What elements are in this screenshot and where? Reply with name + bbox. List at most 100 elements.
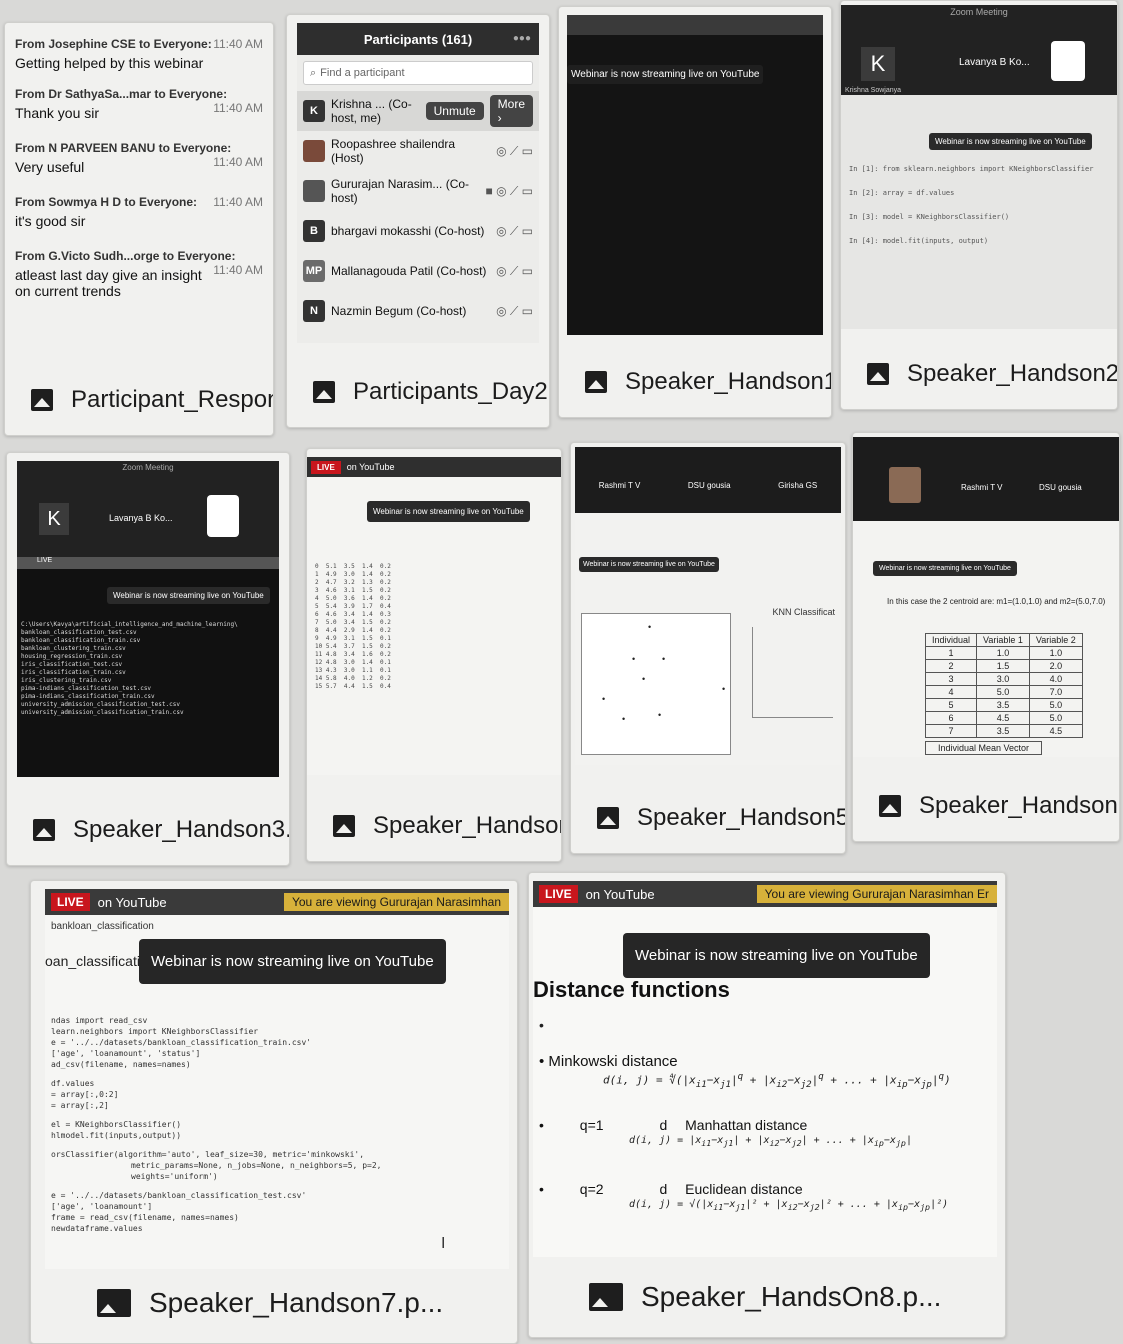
- speaker-name: Rashmi T V: [598, 481, 641, 490]
- table-cell: 3.5: [976, 698, 1030, 712]
- code-block: ndas import read_csv learn.neighbors impo…: [51, 1015, 381, 1234]
- streaming-banner: Webinar is now streaming live on YouTube: [139, 939, 446, 984]
- on-youtube-label: on YouTube: [97, 894, 167, 910]
- logo-icon: [1051, 41, 1085, 81]
- code-lines: In [1]: from sklearn.neighbors import KN…: [849, 165, 1094, 245]
- thumbnail-card-handson4[interactable]: LIVE on YouTube Webinar is now streaming…: [306, 448, 562, 862]
- file-name: Participant_Response...: [71, 386, 273, 413]
- youtube-bar: LIVE on YouTube: [307, 457, 561, 477]
- avatar: K: [39, 503, 69, 535]
- chat-time: 11:40 AM: [213, 263, 263, 277]
- window-controls-icon: ●●●: [512, 33, 531, 44]
- video-strip: Rashmi T V DSU gousia Girisha GS: [575, 447, 841, 513]
- table-cell: 5.0: [976, 685, 1030, 699]
- code-line: frame = read_csv(filename, names=names): [51, 1213, 239, 1222]
- manhattan-row: • q=1 d Manhattan distance: [539, 1117, 959, 1133]
- youtube-bar: LIVE on YouTube You are viewing Gururaja…: [45, 889, 509, 915]
- file-name: Speaker_Handson5.p...: [637, 804, 845, 831]
- thumbnail-card-handson6[interactable]: Rashmi T V DSU gousia Webinar is now str…: [852, 432, 1120, 842]
- line-plot: [752, 627, 833, 718]
- thumbnail-card-handson3[interactable]: Zoom Meeting K Lavanya B Ko... LIVE Webi…: [6, 452, 290, 866]
- manhattan-label: Manhattan distance: [685, 1117, 808, 1133]
- image-file-icon: [333, 815, 355, 837]
- code-line: e = '../../datasets/bankloan_classificat…: [51, 1038, 312, 1047]
- chat-time: 11:40 AM: [213, 101, 263, 115]
- table-header-cell: Variable 2: [1028, 633, 1083, 647]
- q-label: q=2: [579, 1181, 604, 1197]
- thumbnail-caption[interactable]: Speaker_HandsOn8.p...: [529, 1257, 1005, 1337]
- avatar: N: [303, 300, 325, 322]
- code-line: metric_params=None, n_jobs=None, n_neigh…: [131, 1161, 382, 1170]
- handson5-thumbnail: Rashmi T V DSU gousia Girisha GS Webinar…: [575, 447, 841, 765]
- speaker-name: Girisha GS: [778, 481, 818, 490]
- table-cell: 7.0: [1028, 685, 1083, 699]
- more-button[interactable]: More ›: [489, 95, 533, 127]
- chat-message: From N PARVEEN BANU to Everyone: 11:40 AM…: [15, 141, 263, 175]
- table-cell: 1.0: [1028, 646, 1083, 660]
- participant-row[interactable]: N Nazmin Begum (Co-host) ◎ ⟋ ▭: [297, 291, 539, 331]
- table-cell: 2: [924, 659, 978, 673]
- mic-video-icons: ◎ ⟋ ▭: [496, 263, 533, 278]
- viewing-banner: You are viewing Gururajan Narasimhan Er: [756, 885, 997, 903]
- unmute-button[interactable]: Unmute: [425, 102, 484, 120]
- zoom-meeting-title: Zoom Meeting: [950, 7, 1008, 17]
- speaker-name: DSU gousia: [1039, 483, 1082, 492]
- table-row: 6 4.5 5.0: [924, 711, 1083, 725]
- participant-row[interactable]: Gururajan Narasim... (Co-host) ■ ◎ ⟋ ▭: [297, 171, 539, 211]
- table-cell: 1.0: [976, 646, 1030, 660]
- thumbnail-caption[interactable]: Participant_Response...: [5, 365, 273, 435]
- file-name: Speaker_HandsOn8.p...: [641, 1281, 942, 1312]
- participant-row[interactable]: B bhargavi mokasshi (Co-host) ◎ ⟋ ▭: [297, 211, 539, 251]
- table-row: 7 3.5 4.5: [924, 724, 1083, 738]
- thumbnail-caption[interactable]: Speaker_Handson7.p...: [31, 1263, 517, 1343]
- participant-row[interactable]: K Krishna ... (Co-host, me) Unmute More …: [297, 91, 539, 131]
- participant-row[interactable]: MP Mallanagouda Patil (Co-host) ◎ ⟋ ▭: [297, 251, 539, 291]
- streaming-banner: Webinar is now streaming live on YouTube: [579, 557, 719, 572]
- table-cell: 3.0: [976, 672, 1030, 686]
- youtube-bar: LIVE on YouTube You are viewing Gururaja…: [533, 881, 997, 907]
- handson7-thumbnail: LIVE on YouTube You are viewing Gururaja…: [45, 889, 509, 1269]
- participant-search[interactable]: ⌕ Find a participant: [303, 61, 533, 85]
- avatar: [303, 140, 325, 162]
- thumbnail-card-handson1[interactable]: Webinar is now streaming live on YouTube…: [558, 6, 832, 418]
- live-badge: LIVE: [539, 885, 578, 903]
- streaming-banner: Webinar is now streaming live on YouTube: [367, 501, 530, 522]
- thumbnail-caption[interactable]: Speaker_Handson1.p...: [559, 347, 831, 417]
- thumbnail-card-handson8[interactable]: LIVE on YouTube You are viewing Gururaja…: [528, 872, 1006, 1338]
- handson1-thumbnail: Webinar is now streaming live on YouTube: [567, 15, 823, 335]
- slide-title: Distance functions: [533, 977, 730, 1002]
- participant-row[interactable]: Roopashree shailendra (Host) ◎ ⟋ ▭: [297, 131, 539, 171]
- avatar: K: [303, 100, 325, 122]
- avatar: MP: [303, 260, 325, 282]
- file-name: Speaker_Handson7.p...: [149, 1287, 444, 1318]
- chat-time: 11:40 AM: [213, 155, 263, 169]
- table-cell: 3: [924, 672, 978, 686]
- thumbnail-caption[interactable]: Speaker_Handson5.p...: [571, 783, 845, 853]
- thumbnail-card-participant-response[interactable]: From Josephine CSE to Everyone: 11:40 AM …: [4, 22, 274, 436]
- thumbnail-card-participants-day2[interactable]: Participants (161) ●●● ⌕ Find a particip…: [286, 14, 550, 428]
- thumbnail-card-handson2[interactable]: Zoom Meeting K Lavanya B Ko... Krishna S…: [840, 0, 1118, 410]
- chat-message: From Sowmya H D to Everyone: 11:40 AM it'…: [15, 195, 263, 229]
- chat-sender: From G.Victo Sudh...orge to Everyone:: [15, 249, 236, 263]
- thumbnail-caption[interactable]: Speaker_Handson3.p...: [7, 795, 289, 865]
- chat-sender: From N PARVEEN BANU to Everyone:: [15, 141, 232, 155]
- image-file-icon: [589, 1283, 623, 1311]
- avatar: B: [303, 220, 325, 242]
- thumbnail-card-handson5[interactable]: Rashmi T V DSU gousia Girisha GS Webinar…: [570, 442, 846, 854]
- thumbnail-caption[interactable]: Speaker_Handson2.p...: [841, 339, 1117, 409]
- handson6-thumbnail: Rashmi T V DSU gousia Webinar is now str…: [853, 437, 1119, 757]
- thumbnail-caption[interactable]: Speaker_Handson6.p...: [853, 771, 1119, 841]
- chat-sender: From Josephine CSE to Everyone:: [15, 37, 212, 51]
- code-line: ad_csv(filename, names=names): [51, 1060, 191, 1069]
- d-label: d: [659, 1181, 668, 1197]
- chat-text: Getting helped by this webinar: [15, 55, 204, 71]
- video-strip: Rashmi T V DSU gousia: [853, 437, 1119, 521]
- zoom-meeting-title: Zoom Meeting: [122, 463, 174, 472]
- thumbnail-card-handson7[interactable]: LIVE on YouTube You are viewing Gururaja…: [30, 880, 518, 1344]
- participant-name: Nazmin Begum (Co-host): [331, 304, 467, 318]
- thumbnail-caption[interactable]: Speaker_Handson4.p...: [307, 791, 561, 861]
- file-name: Speaker_Handson2.p...: [907, 360, 1117, 387]
- table-cell: 3.5: [976, 724, 1030, 738]
- thumbnail-caption[interactable]: Participants_Day2.png: [287, 357, 549, 427]
- manhattan-formula: d(i, j) = |xi1−xj1| + |xi2−xj2| + ... + …: [629, 1135, 912, 1148]
